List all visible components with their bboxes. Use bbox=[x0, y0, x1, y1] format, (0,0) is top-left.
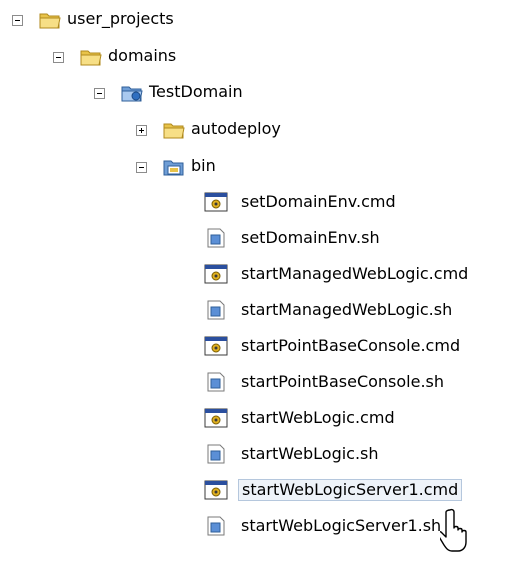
file-item[interactable]: startPointBaseConsole.cmd bbox=[204, 335, 504, 359]
sh-file-icon bbox=[207, 300, 225, 320]
file-item[interactable]: startManagedWebLogic.sh bbox=[204, 299, 504, 323]
file-item-selected[interactable]: startWebLogicServer1.cmd bbox=[204, 479, 504, 503]
file-item-label: startWebLogic.sh bbox=[241, 444, 379, 463]
collapse-toggle[interactable] bbox=[53, 52, 64, 63]
cmd-file-icon bbox=[204, 192, 228, 212]
collapse-toggle[interactable] bbox=[94, 88, 105, 99]
tree-node-testdomain[interactable]: TestDomain bbox=[94, 81, 294, 105]
expand-toggle[interactable] bbox=[136, 125, 147, 136]
file-item[interactable]: startManagedWebLogic.cmd bbox=[204, 263, 504, 287]
tree-node-user-projects[interactable]: user_projects bbox=[12, 8, 252, 32]
folder-open-icon bbox=[39, 13, 61, 29]
collapse-toggle[interactable] bbox=[136, 162, 147, 173]
file-item[interactable]: setDomainEnv.cmd bbox=[204, 191, 504, 215]
file-item[interactable]: setDomainEnv.sh bbox=[204, 227, 504, 251]
file-item[interactable]: startWebLogic.sh bbox=[204, 443, 504, 467]
tree-node-label: domains bbox=[108, 46, 177, 65]
file-item-label: startWebLogicServer1.cmd bbox=[238, 479, 463, 501]
tree-node-domains[interactable]: domains bbox=[53, 45, 253, 69]
sh-file-icon bbox=[207, 372, 225, 392]
file-item-label: startPointBaseConsole.cmd bbox=[241, 336, 461, 355]
tree-node-label: TestDomain bbox=[149, 82, 243, 101]
cmd-file-icon bbox=[204, 480, 228, 500]
file-item-label: setDomainEnv.cmd bbox=[241, 192, 396, 211]
collapse-toggle[interactable] bbox=[12, 15, 23, 26]
tree-node-bin[interactable]: bin bbox=[136, 155, 336, 179]
tree-node-autodeploy[interactable]: autodeploy bbox=[136, 118, 336, 142]
cmd-file-icon bbox=[204, 264, 228, 284]
file-item-label: startManagedWebLogic.sh bbox=[241, 300, 453, 319]
folder-icon bbox=[163, 123, 185, 139]
file-item-label: startWebLogic.cmd bbox=[241, 408, 395, 427]
sh-file-icon bbox=[207, 228, 225, 248]
folder-open-icon bbox=[80, 50, 102, 66]
sh-file-icon bbox=[207, 444, 225, 464]
sh-file-icon bbox=[207, 516, 225, 536]
file-item-label: startWebLogicServer1.sh bbox=[241, 516, 442, 535]
domain-folder-icon bbox=[121, 86, 143, 102]
tree-node-label: bin bbox=[191, 156, 216, 175]
file-item-label: setDomainEnv.sh bbox=[241, 228, 380, 247]
cmd-file-icon bbox=[204, 408, 228, 428]
bin-folder-icon bbox=[163, 160, 184, 176]
file-item-label: startManagedWebLogic.cmd bbox=[241, 264, 469, 283]
cmd-file-icon bbox=[204, 336, 228, 356]
tree-node-label: user_projects bbox=[67, 9, 174, 28]
tree-node-label: autodeploy bbox=[191, 119, 281, 138]
file-item[interactable]: startWebLogic.cmd bbox=[204, 407, 504, 431]
file-item[interactable]: startPointBaseConsole.sh bbox=[204, 371, 504, 395]
hand-cursor-icon bbox=[440, 508, 467, 552]
file-item-label: startPointBaseConsole.sh bbox=[241, 372, 445, 391]
